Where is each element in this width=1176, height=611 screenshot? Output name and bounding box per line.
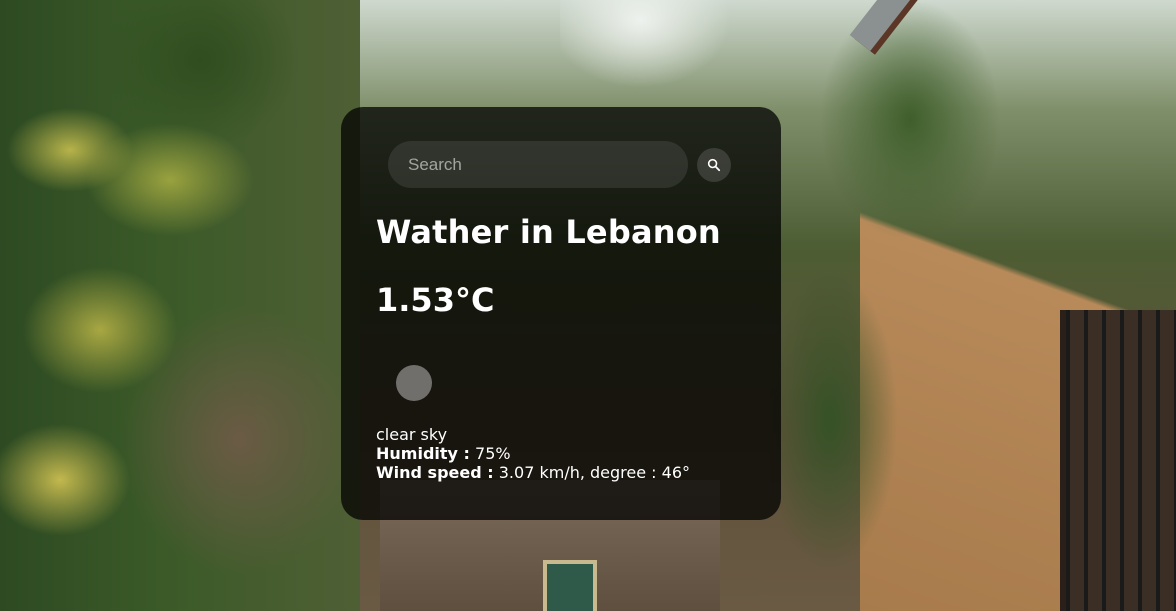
left-foliage — [0, 0, 360, 611]
weather-card: Wather in Lebanon 1.53°C clear sky Humid… — [341, 107, 781, 520]
wind-value: 3.07 km/h, degree : 46° — [498, 463, 691, 482]
weather-icon — [396, 365, 432, 401]
right-foliage — [770, 0, 1030, 611]
humidity-row: Humidity : 75% — [376, 444, 690, 463]
search-input[interactable] — [388, 141, 688, 188]
search-bar — [388, 141, 734, 189]
temperature: 1.53°C — [376, 281, 495, 319]
green-door — [543, 560, 597, 611]
sky-area — [560, 0, 760, 120]
weather-details: clear sky Humidity : 75% Wind speed : 3.… — [376, 425, 690, 482]
wind-label: Wind speed : — [376, 463, 494, 482]
wind-row: Wind speed : 3.07 km/h, degree : 46° — [376, 463, 690, 482]
search-button[interactable] — [697, 148, 731, 182]
city-title: Wather in Lebanon — [376, 213, 721, 251]
humidity-value: 75% — [475, 444, 511, 463]
search-icon — [707, 158, 721, 172]
window-grill — [1060, 310, 1176, 611]
humidity-label: Humidity : — [376, 444, 470, 463]
description: clear sky — [376, 425, 448, 444]
